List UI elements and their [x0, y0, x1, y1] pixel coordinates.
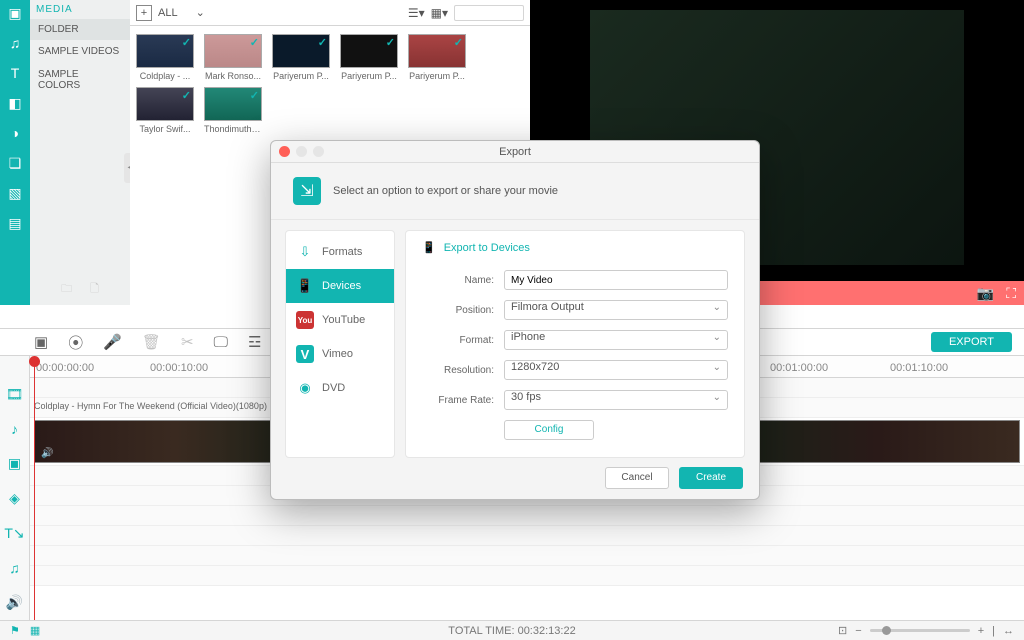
dialog-title: Export: [499, 146, 531, 158]
export-icon: ⇲: [293, 177, 321, 205]
resolution-select[interactable]: 1280x720: [504, 360, 728, 380]
dialog-header: ⇲ Select an option to export or share yo…: [271, 163, 759, 220]
form-section-header: 📱Export to Devices: [422, 241, 728, 254]
formats-icon: ⇩: [296, 243, 314, 261]
minimize-button[interactable]: [296, 146, 307, 157]
tab-dvd[interactable]: ◉DVD: [286, 371, 394, 405]
name-label: Name:: [422, 275, 504, 286]
format-select[interactable]: iPhone: [504, 330, 728, 350]
export-form: 📱Export to Devices Name: Position:Filmor…: [405, 230, 745, 458]
cancel-button[interactable]: Cancel: [605, 467, 669, 489]
close-button[interactable]: [279, 146, 290, 157]
devices-icon: 📱: [296, 277, 314, 295]
create-button[interactable]: Create: [679, 467, 743, 489]
export-tabs: ⇩Formats 📱Devices YouYouTube VVimeo ◉DVD: [285, 230, 395, 458]
framerate-select[interactable]: 30 fps: [504, 390, 728, 410]
playhead[interactable]: [34, 356, 35, 620]
phone-icon: 📱: [422, 241, 436, 254]
tab-devices[interactable]: 📱Devices: [286, 269, 394, 303]
position-label: Position:: [422, 305, 504, 316]
dvd-icon: ◉: [296, 379, 314, 397]
resolution-label: Resolution:: [422, 365, 504, 376]
zoom-button[interactable]: [313, 146, 324, 157]
vimeo-icon: V: [296, 345, 314, 363]
export-dialog: Export ⇲ Select an option to export or s…: [270, 140, 760, 500]
format-label: Format:: [422, 335, 504, 346]
dialog-titlebar: Export: [271, 141, 759, 163]
tab-formats[interactable]: ⇩Formats: [286, 235, 394, 269]
youtube-icon: You: [296, 311, 314, 329]
tab-youtube[interactable]: YouYouTube: [286, 303, 394, 337]
position-select[interactable]: Filmora Output: [504, 300, 728, 320]
name-input[interactable]: [504, 270, 728, 290]
modal-overlay: Export ⇲ Select an option to export or s…: [0, 0, 1024, 640]
framerate-label: Frame Rate:: [422, 395, 504, 406]
dialog-subtitle: Select an option to export or share your…: [333, 185, 558, 197]
tab-vimeo[interactable]: VVimeo: [286, 337, 394, 371]
config-button[interactable]: Config: [504, 420, 594, 440]
